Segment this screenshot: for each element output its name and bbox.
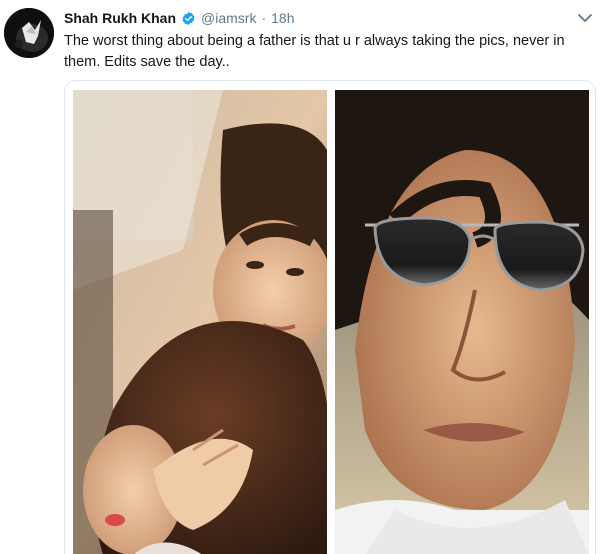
tweet-header: Shah Rukh Khan @iamsrk · 18h (64, 9, 294, 27)
avatar-image (4, 8, 54, 58)
tweet-timestamp[interactable]: 18h (271, 9, 294, 27)
author-name[interactable]: Shah Rukh Khan (64, 9, 176, 27)
media-container (64, 80, 596, 554)
tweet-card[interactable]: Shah Rukh Khan @iamsrk · 18h The worst t… (0, 0, 607, 554)
verified-badge-icon (181, 11, 196, 26)
header-separator: · (261, 10, 267, 26)
photo-selfie[interactable] (335, 90, 589, 554)
photo-children[interactable] (73, 90, 327, 554)
tweet-text: The worst thing about being a father is … (64, 33, 565, 70)
avatar[interactable] (4, 8, 54, 58)
author-handle[interactable]: @iamsrk (201, 9, 256, 27)
chevron-down-icon[interactable] (577, 11, 593, 23)
